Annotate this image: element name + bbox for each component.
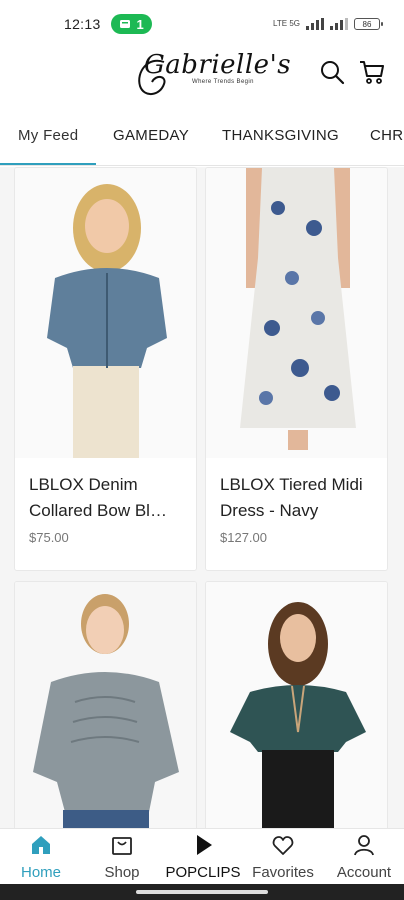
category-tabs: My Feed GAMEDAY THANKSGIVING CHRI <box>0 112 404 166</box>
tab-thanksgiving[interactable]: THANKSGIVING <box>222 112 339 164</box>
phone-icon <box>119 20 130 28</box>
system-icons: LTE 5G 86 <box>273 18 383 30</box>
tab-my-feed[interactable]: My Feed <box>18 112 78 164</box>
battery-level: 86 <box>362 19 372 29</box>
logo-tagline: Where Trends Begin <box>192 79 254 85</box>
nav-popclips-label: POPCLIPS <box>165 864 241 881</box>
search-button[interactable] <box>318 58 346 86</box>
nav-shop-label: Shop <box>104 864 140 881</box>
product-card[interactable]: LBLOX Tiered Midi Dress - Navy $127.00 <box>205 167 388 571</box>
search-icon <box>321 61 345 85</box>
brand-logo[interactable]: Gabrielle's Where Trends Begin <box>134 48 291 100</box>
nav-account-label: Account <box>336 864 392 881</box>
shop-bag-icon <box>112 837 132 855</box>
nav-popclips[interactable]: POPCLIPS <box>163 829 243 885</box>
app-header: Gabrielle's Where Trends Begin <box>0 48 404 104</box>
active-tab-indicator <box>0 163 96 165</box>
product-title[interactable]: LBLOX Tiered Midi Dress - Navy <box>220 472 380 524</box>
play-icon <box>197 835 212 855</box>
tab-christmas[interactable]: CHRI <box>370 112 404 164</box>
logo-text: Gabrielle's <box>144 50 292 80</box>
system-gesture-bar <box>0 884 404 900</box>
nav-home-label: Home <box>20 864 61 881</box>
call-count: 1 <box>136 16 144 32</box>
nav-favorites[interactable]: Favorites <box>243 829 323 885</box>
bottom-navigation: Home Shop POPCLIPS Favorites Account <box>0 828 404 884</box>
product-card[interactable] <box>14 581 197 828</box>
home-icon <box>32 836 50 854</box>
signal-icon <box>306 18 324 30</box>
product-image <box>206 168 387 458</box>
account-icon <box>354 835 374 856</box>
status-bar: 12:13 1 LTE 5G 86 <box>0 0 404 48</box>
product-image <box>15 582 196 828</box>
product-card[interactable] <box>205 581 388 828</box>
nav-home[interactable]: Home <box>1 829 81 885</box>
network-type: LTE 5G <box>273 19 300 28</box>
home-gesture-handle[interactable] <box>136 890 268 894</box>
product-price: $75.00 <box>29 530 69 545</box>
nav-shop[interactable]: Shop <box>82 829 162 885</box>
nav-account[interactable]: Account <box>324 829 404 885</box>
active-call-badge[interactable]: 1 <box>110 14 152 34</box>
product-image <box>206 582 387 828</box>
cart-icon <box>360 61 384 84</box>
product-image <box>15 168 196 458</box>
cart-button[interactable] <box>358 58 386 86</box>
signal-icon-secondary <box>330 18 348 30</box>
battery-icon: 86 <box>354 18 383 30</box>
product-card[interactable]: LBLOX Denim Collared Bow Bl… $75.00 <box>14 167 197 571</box>
product-price: $127.00 <box>220 530 267 545</box>
product-title[interactable]: LBLOX Denim Collared Bow Bl… <box>29 472 189 524</box>
tab-gameday[interactable]: GAMEDAY <box>113 112 189 164</box>
heart-icon <box>272 836 294 855</box>
nav-favorites-label: Favorites <box>252 864 314 881</box>
clock: 12:13 <box>64 16 101 32</box>
product-feed[interactable]: LBLOX Denim Collared Bow Bl… $75.00 LBLO… <box>0 167 404 828</box>
